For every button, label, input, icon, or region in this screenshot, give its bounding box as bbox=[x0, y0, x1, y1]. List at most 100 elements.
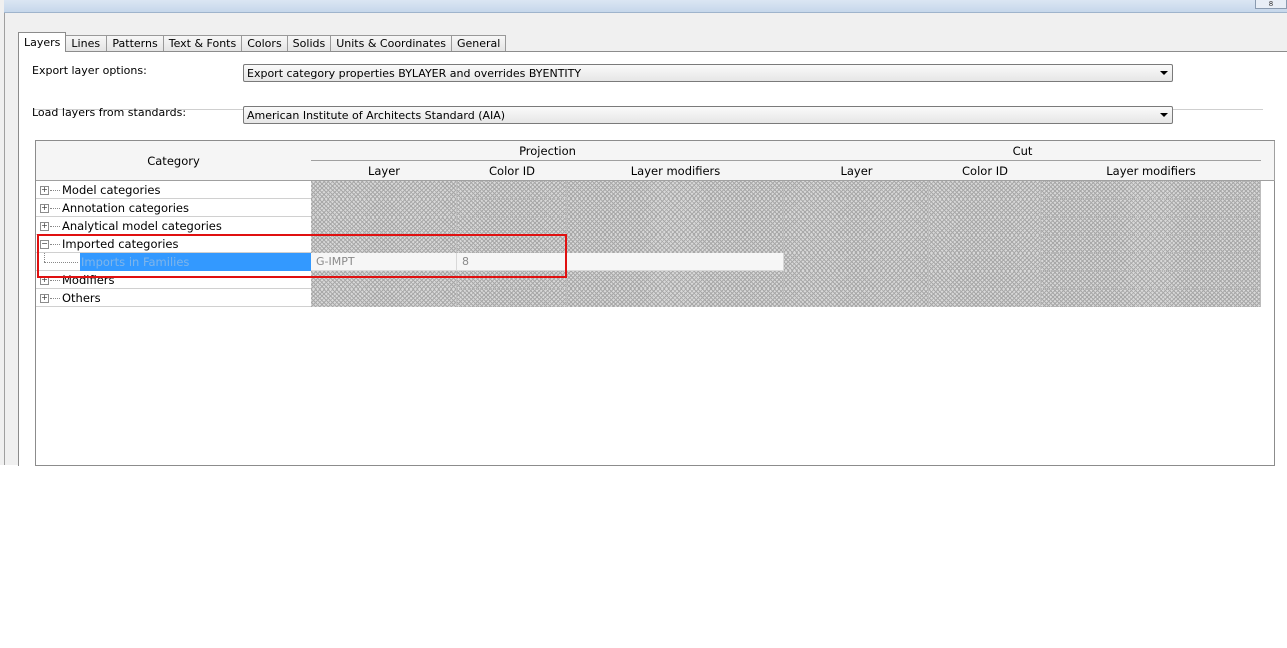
cut-layer-modifiers-cell bbox=[1041, 235, 1261, 253]
projection-layer-header[interactable]: Layer bbox=[311, 161, 458, 181]
projection-layer-modifiers-cell bbox=[567, 235, 784, 253]
cut-layer-modifiers-cell bbox=[1041, 271, 1261, 289]
category-cell[interactable]: + Annotation categories bbox=[36, 199, 311, 217]
cut-color-id-cell bbox=[929, 271, 1041, 289]
tab-lines[interactable]: Lines bbox=[65, 35, 108, 52]
tree-connector bbox=[44, 262, 78, 263]
cut-layer-cell bbox=[784, 235, 929, 253]
export-layer-options-label: Export layer options: bbox=[32, 64, 147, 77]
projection-layer-modifiers-cell bbox=[567, 181, 784, 199]
cut-layer-modifiers-header[interactable]: Layer modifiers bbox=[1041, 161, 1262, 181]
tree-connector bbox=[50, 190, 60, 191]
projection-color-id-cell bbox=[457, 271, 567, 289]
projection-layer-cell bbox=[311, 235, 457, 253]
projection-color-id-cell bbox=[457, 289, 567, 307]
projection-layer-modifiers-cell[interactable] bbox=[567, 253, 784, 271]
category-label: Analytical model categories bbox=[62, 219, 222, 233]
projection-layer-modifiers-cell bbox=[567, 289, 784, 307]
tree-connector bbox=[50, 280, 60, 281]
tab-solids[interactable]: Solids bbox=[286, 35, 332, 52]
cut-layer-modifiers-cell bbox=[1041, 253, 1261, 271]
load-layers-value: American Institute of Architects Standar… bbox=[247, 109, 506, 122]
cut-group-header: Cut bbox=[784, 141, 1262, 161]
color-id-value: 8 bbox=[462, 255, 469, 268]
projection-layer-cell[interactable]: G-IMPT bbox=[311, 253, 457, 271]
category-cell[interactable]: + Analytical model categories bbox=[36, 217, 311, 235]
table-row[interactable]: + Others bbox=[36, 289, 1262, 307]
table-row[interactable]: − Imported categories bbox=[36, 235, 1262, 253]
projection-layer-cell bbox=[311, 199, 457, 217]
export-setup-dialog: Layers Lines Patterns Text & Fonts Color… bbox=[4, 13, 1287, 466]
chevron-down-icon bbox=[1160, 71, 1168, 75]
category-label: Modifiers bbox=[62, 273, 115, 287]
cut-layer-header[interactable]: Layer bbox=[784, 161, 930, 181]
table-row[interactable]: + Model categories bbox=[36, 181, 1262, 199]
expand-icon[interactable]: + bbox=[40, 204, 49, 213]
projection-color-id-cell[interactable]: 8 bbox=[457, 253, 567, 271]
expand-icon[interactable]: + bbox=[40, 222, 49, 231]
table-row[interactable]: + Annotation categories bbox=[36, 199, 1262, 217]
projection-layer-modifiers-cell bbox=[567, 199, 784, 217]
layer-value: G-IMPT bbox=[316, 255, 355, 268]
category-label: Imported categories bbox=[62, 237, 179, 251]
cut-color-id-cell bbox=[929, 217, 1041, 235]
cut-layer-modifiers-cell bbox=[1041, 217, 1261, 235]
load-layers-dropdown[interactable]: American Institute of Architects Standar… bbox=[243, 106, 1173, 124]
projection-group-header: Projection bbox=[311, 141, 785, 161]
tab-text-fonts[interactable]: Text & Fonts bbox=[162, 35, 243, 52]
window-title-bar: 8 bbox=[0, 0, 1287, 13]
projection-layer-modifiers-header[interactable]: Layer modifiers bbox=[567, 161, 785, 181]
export-layer-options-dropdown[interactable]: Export category properties BYLAYER and o… bbox=[243, 64, 1173, 82]
category-cell[interactable]: + Modifiers bbox=[36, 271, 311, 289]
table-row[interactable]: + Modifiers bbox=[36, 271, 1262, 289]
cut-color-id-cell bbox=[929, 289, 1041, 307]
expand-icon[interactable]: + bbox=[40, 186, 49, 195]
category-label: Model categories bbox=[62, 183, 161, 197]
tab-patterns[interactable]: Patterns bbox=[106, 35, 164, 52]
selected-category-cell[interactable]: Imports in Families bbox=[80, 253, 311, 271]
projection-layer-modifiers-cell bbox=[567, 217, 784, 235]
category-column-header[interactable]: Category bbox=[36, 141, 312, 181]
projection-color-id-cell bbox=[457, 199, 567, 217]
category-cell[interactable]: − Imported categories bbox=[36, 235, 311, 253]
table-row-selected[interactable]: Imports in Families G-IMPT 8 bbox=[36, 253, 1262, 271]
category-cell[interactable]: + Model categories bbox=[36, 181, 311, 199]
tree-connector bbox=[50, 244, 60, 245]
tab-layers[interactable]: Layers bbox=[18, 32, 67, 52]
cut-color-id-header[interactable]: Color ID bbox=[929, 161, 1042, 181]
load-layers-label: Load layers from standards: bbox=[32, 106, 187, 119]
cut-color-id-cell bbox=[929, 253, 1041, 271]
cut-color-id-cell bbox=[929, 199, 1041, 217]
projection-layer-modifiers-cell bbox=[567, 271, 784, 289]
expand-icon[interactable]: + bbox=[40, 276, 49, 285]
tab-general[interactable]: General bbox=[450, 35, 507, 52]
chevron-down-icon bbox=[1160, 113, 1168, 117]
cut-layer-modifiers-cell bbox=[1041, 199, 1261, 217]
help-button[interactable]: 8 bbox=[1255, 0, 1287, 9]
category-cell[interactable]: Imports in Families bbox=[36, 253, 311, 271]
tab-units-coordinates[interactable]: Units & Coordinates bbox=[330, 35, 452, 52]
projection-layer-cell bbox=[311, 271, 457, 289]
category-cell[interactable]: + Others bbox=[36, 289, 311, 307]
tree-connector bbox=[50, 226, 60, 227]
table-row[interactable]: + Analytical model categories bbox=[36, 217, 1262, 235]
category-label: Imports in Families bbox=[81, 255, 190, 269]
cut-layer-cell bbox=[784, 289, 929, 307]
projection-layer-cell bbox=[311, 217, 457, 235]
cut-color-id-cell bbox=[929, 235, 1041, 253]
expand-icon[interactable]: + bbox=[40, 294, 49, 303]
category-label: Annotation categories bbox=[62, 201, 189, 215]
tab-colors[interactable]: Colors bbox=[241, 35, 288, 52]
cut-layer-cell bbox=[784, 271, 929, 289]
cut-layer-cell bbox=[784, 181, 929, 199]
projection-color-id-header[interactable]: Color ID bbox=[457, 161, 568, 181]
projection-layer-cell bbox=[311, 181, 457, 199]
export-layer-options-value: Export category properties BYLAYER and o… bbox=[247, 67, 582, 80]
projection-color-id-cell bbox=[457, 181, 567, 199]
layers-panel: Export layer options: Export category pr… bbox=[18, 51, 1287, 466]
collapse-icon[interactable]: − bbox=[40, 240, 49, 249]
tab-strip: Layers Lines Patterns Text & Fonts Color… bbox=[18, 32, 507, 52]
cut-layer-cell bbox=[784, 199, 929, 217]
cut-layer-cell bbox=[784, 217, 929, 235]
tree-connector bbox=[50, 208, 60, 209]
